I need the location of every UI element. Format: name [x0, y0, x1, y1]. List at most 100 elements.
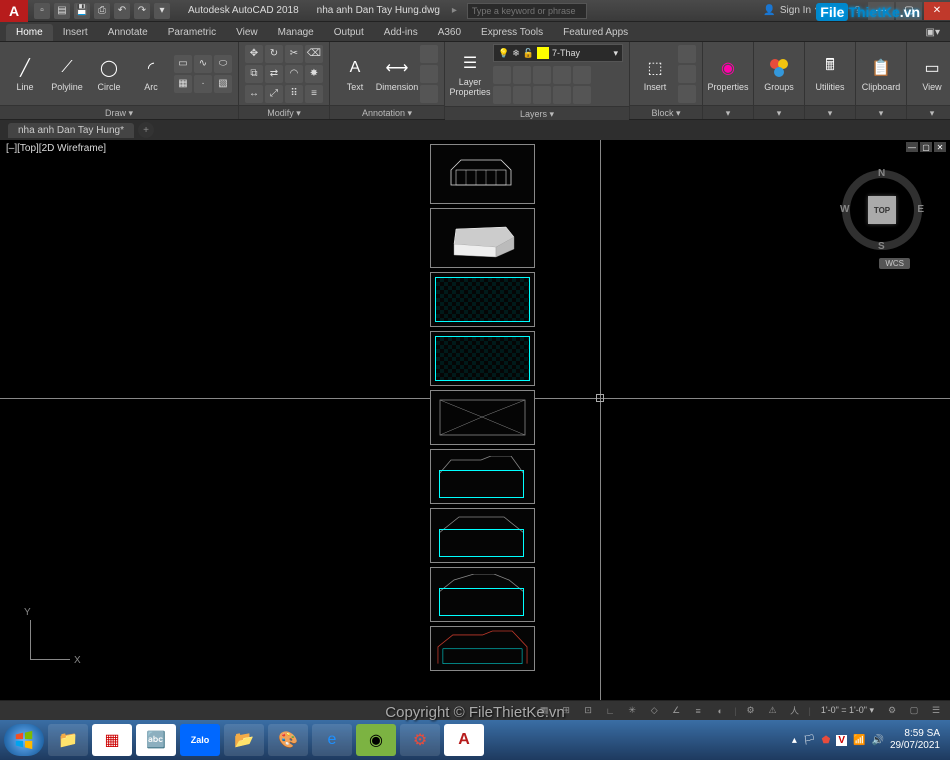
annotation-scale[interactable]: 1'-0" = 1'-0" ▾ — [817, 705, 878, 716]
viewcube-w[interactable]: W — [840, 204, 849, 215]
layer-make-icon[interactable] — [533, 86, 551, 104]
qat-redo[interactable]: ↷ — [134, 3, 150, 19]
circle-button[interactable]: ◯Circle — [90, 56, 128, 92]
qat-more[interactable]: ▾ — [154, 3, 170, 19]
taskbar-ie[interactable]: e — [312, 724, 352, 756]
properties-button[interactable]: ◉Properties — [709, 56, 747, 92]
panel-view-title[interactable]: ▾ — [907, 105, 950, 119]
arc-button[interactable]: ◜Arc — [132, 56, 170, 92]
qat-undo[interactable]: ↶ — [114, 3, 130, 19]
mirror-icon[interactable]: ⇄ — [265, 65, 283, 83]
tab-featured[interactable]: Featured Apps — [553, 24, 638, 41]
grid-button[interactable]: ⊞ — [558, 703, 574, 719]
scale-icon[interactable]: ⤢ — [265, 85, 283, 103]
tray-volume-icon[interactable]: 🔊 — [871, 735, 883, 746]
model-space-button[interactable]: ▦ — [536, 703, 552, 719]
tray-flag-icon[interactable]: 🏳 — [803, 735, 816, 746]
view-button[interactable]: ▭View — [913, 56, 950, 92]
tab-parametric[interactable]: Parametric — [158, 24, 226, 41]
tab-manage[interactable]: Manage — [268, 24, 324, 41]
polar-button[interactable]: ✳ — [624, 703, 640, 719]
panel-block-title[interactable]: Block ▾ — [630, 105, 702, 119]
taskbar-explorer[interactable]: 📁 — [48, 724, 88, 756]
taskbar-autocad[interactable]: A — [444, 724, 484, 756]
tray-shield-icon[interactable]: ⬟ — [822, 735, 831, 746]
hatch-icon[interactable]: ▦ — [174, 75, 192, 93]
transparency-button[interactable]: ◐ — [712, 703, 728, 719]
layer-iso-icon[interactable] — [493, 86, 511, 104]
ellipse-icon[interactable]: ⬭ — [214, 55, 232, 73]
doc-maximize[interactable]: ▢ — [920, 142, 932, 152]
layer-freeze-icon[interactable] — [513, 66, 531, 84]
osnap-button[interactable]: ◇ — [646, 703, 662, 719]
workspace-switch-button[interactable]: ⚙ — [884, 703, 900, 719]
clean-screen-button[interactable]: ▢ — [906, 703, 922, 719]
tray-network-icon[interactable]: 📶 — [853, 735, 865, 746]
tab-view[interactable]: View — [226, 24, 268, 41]
panel-properties-title[interactable]: ▾ — [703, 105, 753, 119]
taskbar-app1[interactable]: ▦ — [92, 724, 132, 756]
groups-button[interactable]: Groups — [760, 56, 798, 92]
layer-lock-icon[interactable] — [533, 66, 551, 84]
panel-layers-title[interactable]: Layers ▾ — [445, 106, 629, 120]
panel-annotation-title[interactable]: Annotation ▾ — [330, 105, 444, 119]
tab-annotate[interactable]: Annotate — [98, 24, 158, 41]
text-button[interactable]: AText — [336, 56, 374, 92]
drawing-canvas[interactable]: [–][Top][2D Wireframe] — ▢ ✕ — [0, 140, 950, 700]
layer-prev-icon[interactable] — [573, 66, 591, 84]
taskbar-app3[interactable]: ◉ — [356, 724, 396, 756]
otrack-button[interactable]: ∠ — [668, 703, 684, 719]
rotate-icon[interactable]: ↻ — [265, 45, 283, 63]
add-file-tab[interactable]: + — [138, 122, 154, 138]
ribbon-minimize[interactable]: ▣▾ — [916, 24, 950, 41]
edit-block-icon[interactable] — [678, 65, 696, 83]
array-icon[interactable]: ⠿ — [285, 85, 303, 103]
layer-walk-icon[interactable] — [573, 86, 591, 104]
taskbar-app2[interactable]: 🔤 — [136, 724, 176, 756]
viewcube-top[interactable]: TOP — [868, 196, 896, 224]
doc-close[interactable]: ✕ — [934, 142, 946, 152]
tab-express[interactable]: Express Tools — [471, 24, 553, 41]
customize-button[interactable]: ☰ — [928, 703, 944, 719]
close-button[interactable]: ✕ — [924, 2, 950, 20]
tab-output[interactable]: Output — [324, 24, 374, 41]
clipboard-button[interactable]: 📋Clipboard — [862, 56, 900, 92]
panel-groups-title[interactable]: ▾ — [754, 105, 804, 119]
units-button[interactable]: 人 — [787, 703, 803, 719]
taskbar-paint[interactable]: 🎨 — [268, 724, 308, 756]
explode-icon[interactable]: ✸ — [305, 65, 323, 83]
lineweight-button[interactable]: ≡ — [690, 703, 706, 719]
panel-draw-title[interactable]: Draw ▾ — [0, 105, 238, 119]
taskbar-app4[interactable]: ⚙ — [400, 724, 440, 756]
attr-icon[interactable] — [678, 85, 696, 103]
wcs-label[interactable]: WCS — [879, 258, 910, 269]
point-icon[interactable]: · — [194, 75, 212, 93]
app-logo[interactable]: A — [0, 0, 28, 22]
search-input[interactable] — [467, 3, 587, 19]
ortho-button[interactable]: ∟ — [602, 703, 618, 719]
qat-save[interactable]: 💾 — [74, 3, 90, 19]
panel-modify-title[interactable]: Modify ▾ — [239, 105, 329, 119]
qat-new[interactable]: ▫ — [34, 3, 50, 19]
panel-clipboard-title[interactable]: ▾ — [856, 105, 906, 119]
viewcube-s[interactable]: S — [878, 241, 885, 252]
viewcube-n[interactable]: N — [878, 168, 885, 179]
qat-saveas[interactable]: ⎙ — [94, 3, 110, 19]
tray-up-icon[interactable]: ▴ — [792, 735, 797, 746]
taskbar-clock[interactable]: 8:59 SA 29/07/2021 — [890, 728, 940, 752]
tab-addins[interactable]: Add-ins — [374, 24, 428, 41]
trim-icon[interactable]: ✂ — [285, 45, 303, 63]
taskbar-folder[interactable]: 📂 — [224, 724, 264, 756]
utilities-button[interactable]: 🖩Utilities — [811, 56, 849, 92]
tab-home[interactable]: Home — [6, 24, 53, 41]
layer-off-icon[interactable] — [493, 66, 511, 84]
viewcube[interactable]: TOP N S E W — [842, 170, 922, 250]
file-tab[interactable]: nha anh Dan Tay Hung* — [8, 123, 134, 138]
create-block-icon[interactable] — [678, 45, 696, 63]
annotation-monitor-button[interactable]: ⚠ — [765, 703, 781, 719]
leader-icon[interactable] — [420, 45, 438, 63]
doc-minimize[interactable]: — — [906, 142, 918, 152]
spline-icon[interactable]: ∿ — [194, 55, 212, 73]
move-icon[interactable]: ✥ — [245, 45, 263, 63]
taskbar-zalo[interactable]: Zalo — [180, 724, 220, 756]
